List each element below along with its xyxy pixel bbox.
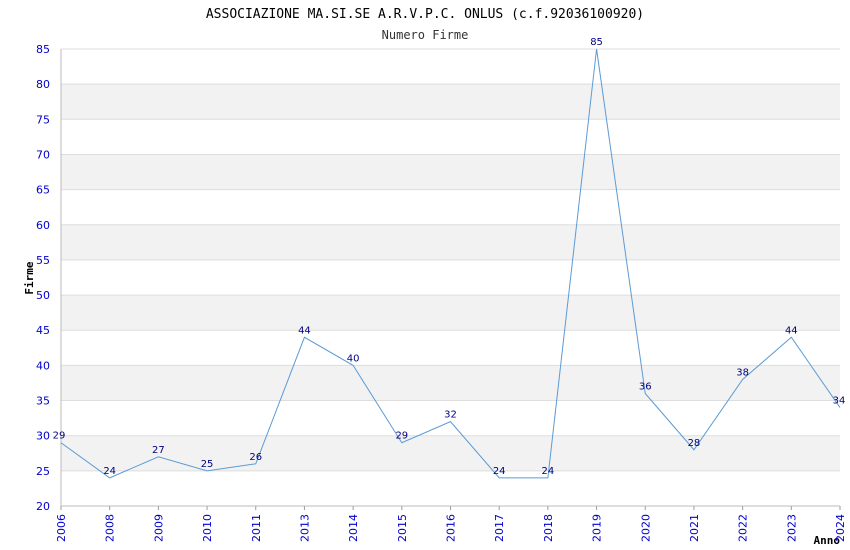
background-bands <box>61 49 840 506</box>
data-label: 85 <box>590 37 603 48</box>
line-chart: ASSOCIAZIONE MA.SI.SE A.R.V.P.C. ONLUS (… <box>23 7 847 547</box>
y-tick-label: 30 <box>36 430 50 443</box>
x-tick-label: 2015 <box>396 514 409 542</box>
background-band <box>61 470 840 506</box>
data-label: 24 <box>103 466 116 477</box>
background-band <box>61 84 840 120</box>
x-tick-labels: 2006 2008 2009 2010 2011 2013 2014 2015 2016 2017… <box>55 514 847 542</box>
data-label: 34 <box>833 396 846 407</box>
background-band <box>61 119 840 155</box>
x-tick-label: 2011 <box>250 514 263 542</box>
data-label: 24 <box>493 466 506 477</box>
background-band <box>61 259 840 296</box>
chart-title: ASSOCIAZIONE MA.SI.SE A.R.V.P.C. ONLUS (… <box>206 7 644 22</box>
data-label: 28 <box>688 438 701 449</box>
background-band <box>61 224 840 260</box>
data-label: 29 <box>53 431 66 442</box>
x-tick-label: 2006 <box>55 514 68 542</box>
x-tick-label: 2013 <box>298 514 311 542</box>
x-tick-label: 2009 <box>152 514 165 542</box>
y-tick-label: 80 <box>36 78 50 91</box>
data-label: 29 <box>395 431 408 442</box>
x-tick-label: 2017 <box>493 514 506 542</box>
y-tick-label: 45 <box>36 324 50 337</box>
x-tick-label: 2008 <box>104 514 117 542</box>
y-tick-label: 55 <box>36 254 50 267</box>
x-tick-label: 2020 <box>639 514 652 542</box>
data-label: 25 <box>201 459 214 470</box>
y-tick-label: 85 <box>36 43 50 56</box>
x-tick-label: 2024 <box>834 514 847 542</box>
y-tick-labels: 20 25 30 35 40 45 50 55 60 65 70 75 80 85 <box>36 43 50 513</box>
x-tick-label: 2014 <box>347 514 360 542</box>
y-axis-label: Firme <box>23 261 36 294</box>
y-tick-label: 50 <box>36 289 50 302</box>
background-band <box>61 189 840 225</box>
background-band <box>61 295 840 331</box>
data-label: 44 <box>785 325 798 336</box>
x-tick-label: 2018 <box>542 514 555 542</box>
y-tick-label: 75 <box>36 113 50 126</box>
background-band <box>61 154 840 190</box>
x-tick-label: 2021 <box>688 514 701 542</box>
y-tick-label: 20 <box>36 500 50 513</box>
data-label: 26 <box>249 452 262 463</box>
data-label: 27 <box>152 445 165 456</box>
y-tick-label: 65 <box>36 184 50 197</box>
y-tick-label: 60 <box>36 219 50 232</box>
x-tick-label: 2022 <box>737 514 750 542</box>
data-label: 24 <box>542 466 555 477</box>
x-tick-label: 2010 <box>201 514 214 542</box>
y-tick-label: 25 <box>36 465 50 478</box>
y-tick-label: 40 <box>36 359 50 372</box>
data-label: 40 <box>347 353 360 364</box>
data-label: 38 <box>736 367 749 378</box>
y-tick-label: 35 <box>36 395 50 408</box>
data-label: 36 <box>639 382 652 393</box>
chart-subtitle: Numero Firme <box>382 28 469 42</box>
background-band <box>61 365 840 401</box>
y-tick-label: 70 <box>36 148 50 161</box>
x-tick-label: 2016 <box>445 514 458 542</box>
data-label: 32 <box>444 410 457 421</box>
x-tick-label: 2019 <box>591 514 604 542</box>
background-band <box>61 435 840 471</box>
background-band <box>61 330 840 366</box>
data-label: 44 <box>298 325 311 336</box>
background-band <box>61 49 840 85</box>
x-tick-label: 2023 <box>785 514 798 542</box>
